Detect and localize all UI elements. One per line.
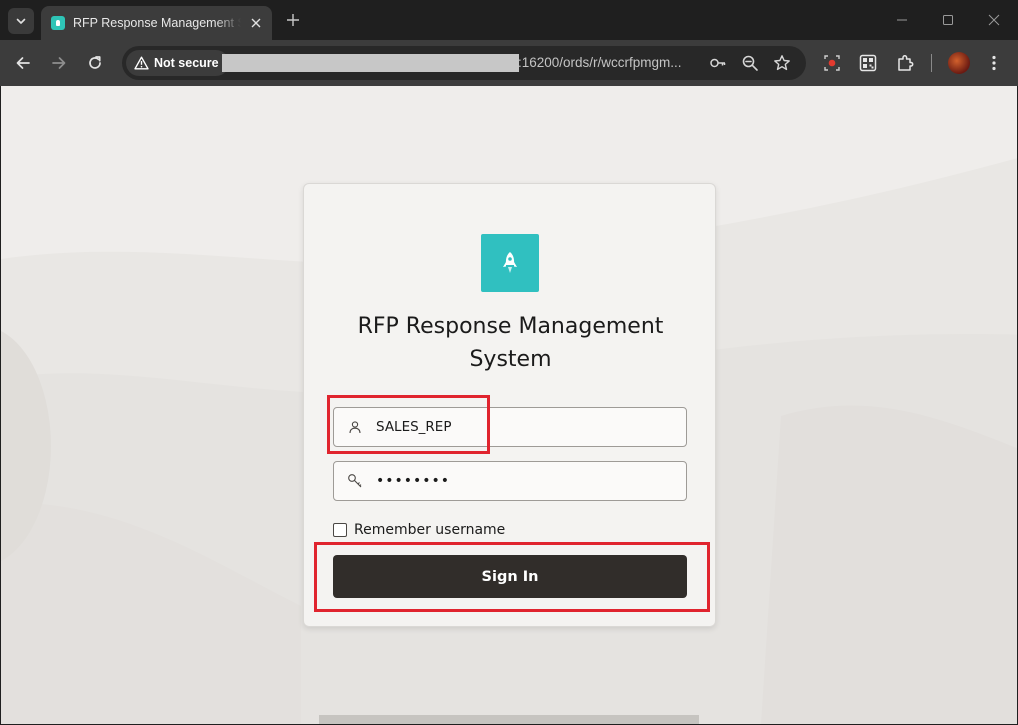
browser-tab-bar: RFP Response Management System (0, 0, 1018, 40)
forward-button[interactable] (47, 51, 71, 75)
address-bar[interactable]: Not secure :16200/ords/r/wccrfpmgm... (122, 46, 806, 80)
qr-code-icon (859, 54, 877, 72)
chevron-down-icon (16, 18, 26, 24)
screen-recorder-extension-button[interactable] (821, 52, 843, 74)
close-window-button[interactable] (982, 8, 1006, 32)
close-icon (988, 14, 1000, 26)
browser-toolbar: Not secure :16200/ords/r/wccrfpmgm... (0, 40, 1018, 86)
url-text: :16200/ords/r/wccrfpmgm... (518, 55, 682, 70)
reload-button[interactable] (83, 51, 107, 75)
password-field[interactable] (333, 461, 687, 501)
browser-menu-button[interactable] (983, 52, 1005, 74)
record-icon (824, 55, 840, 71)
close-icon (251, 18, 261, 28)
username-highlight-box (327, 395, 490, 454)
maximize-icon (943, 15, 953, 25)
bookmark-button[interactable] (772, 53, 792, 73)
app-logo (481, 234, 539, 292)
qr-code-button[interactable] (857, 52, 879, 74)
password-input[interactable] (376, 463, 676, 499)
warning-icon (134, 56, 149, 70)
kebab-menu-icon (992, 55, 996, 71)
tab-close-button[interactable] (248, 15, 264, 31)
sign-in-highlight-box (314, 542, 710, 612)
toolbar-separator (931, 54, 932, 72)
zoom-button[interactable] (740, 53, 760, 73)
profile-avatar[interactable] (948, 52, 970, 74)
back-button[interactable] (11, 51, 35, 75)
new-tab-button[interactable] (283, 8, 303, 32)
remember-username-row[interactable]: Remember username (333, 521, 505, 539)
remember-username-label: Remember username (354, 522, 506, 538)
key-icon (710, 58, 726, 68)
reload-icon (89, 56, 101, 69)
page-viewport: RFP Response Management System Remember … (1, 86, 1017, 724)
zoom-icon (742, 55, 758, 71)
tab-search-button[interactable] (8, 8, 34, 34)
extensions-button[interactable] (894, 52, 916, 74)
minimize-icon (897, 19, 907, 21)
arrow-left-icon (16, 57, 30, 69)
tab-title: RFP Response Management System (73, 16, 241, 30)
security-label: Not secure (154, 56, 219, 70)
security-chip[interactable]: Not secure (126, 50, 229, 76)
password-key-button[interactable] (708, 53, 728, 73)
rocket-icon (503, 252, 517, 273)
bottom-taskbar-strip (319, 715, 699, 724)
minimize-window-button[interactable] (890, 8, 914, 32)
url-redacted-block (222, 54, 519, 72)
rocket-favicon-icon (51, 16, 65, 30)
puzzle-icon (898, 54, 914, 71)
browser-tab-active[interactable]: RFP Response Management System (41, 6, 272, 40)
plus-icon (287, 14, 299, 26)
app-title: RFP Response Management System (357, 314, 664, 372)
arrow-right-icon (52, 57, 66, 69)
star-icon (774, 55, 790, 71)
remember-username-checkbox[interactable] (333, 523, 347, 537)
maximize-window-button[interactable] (936, 8, 960, 32)
key-icon (334, 462, 376, 500)
